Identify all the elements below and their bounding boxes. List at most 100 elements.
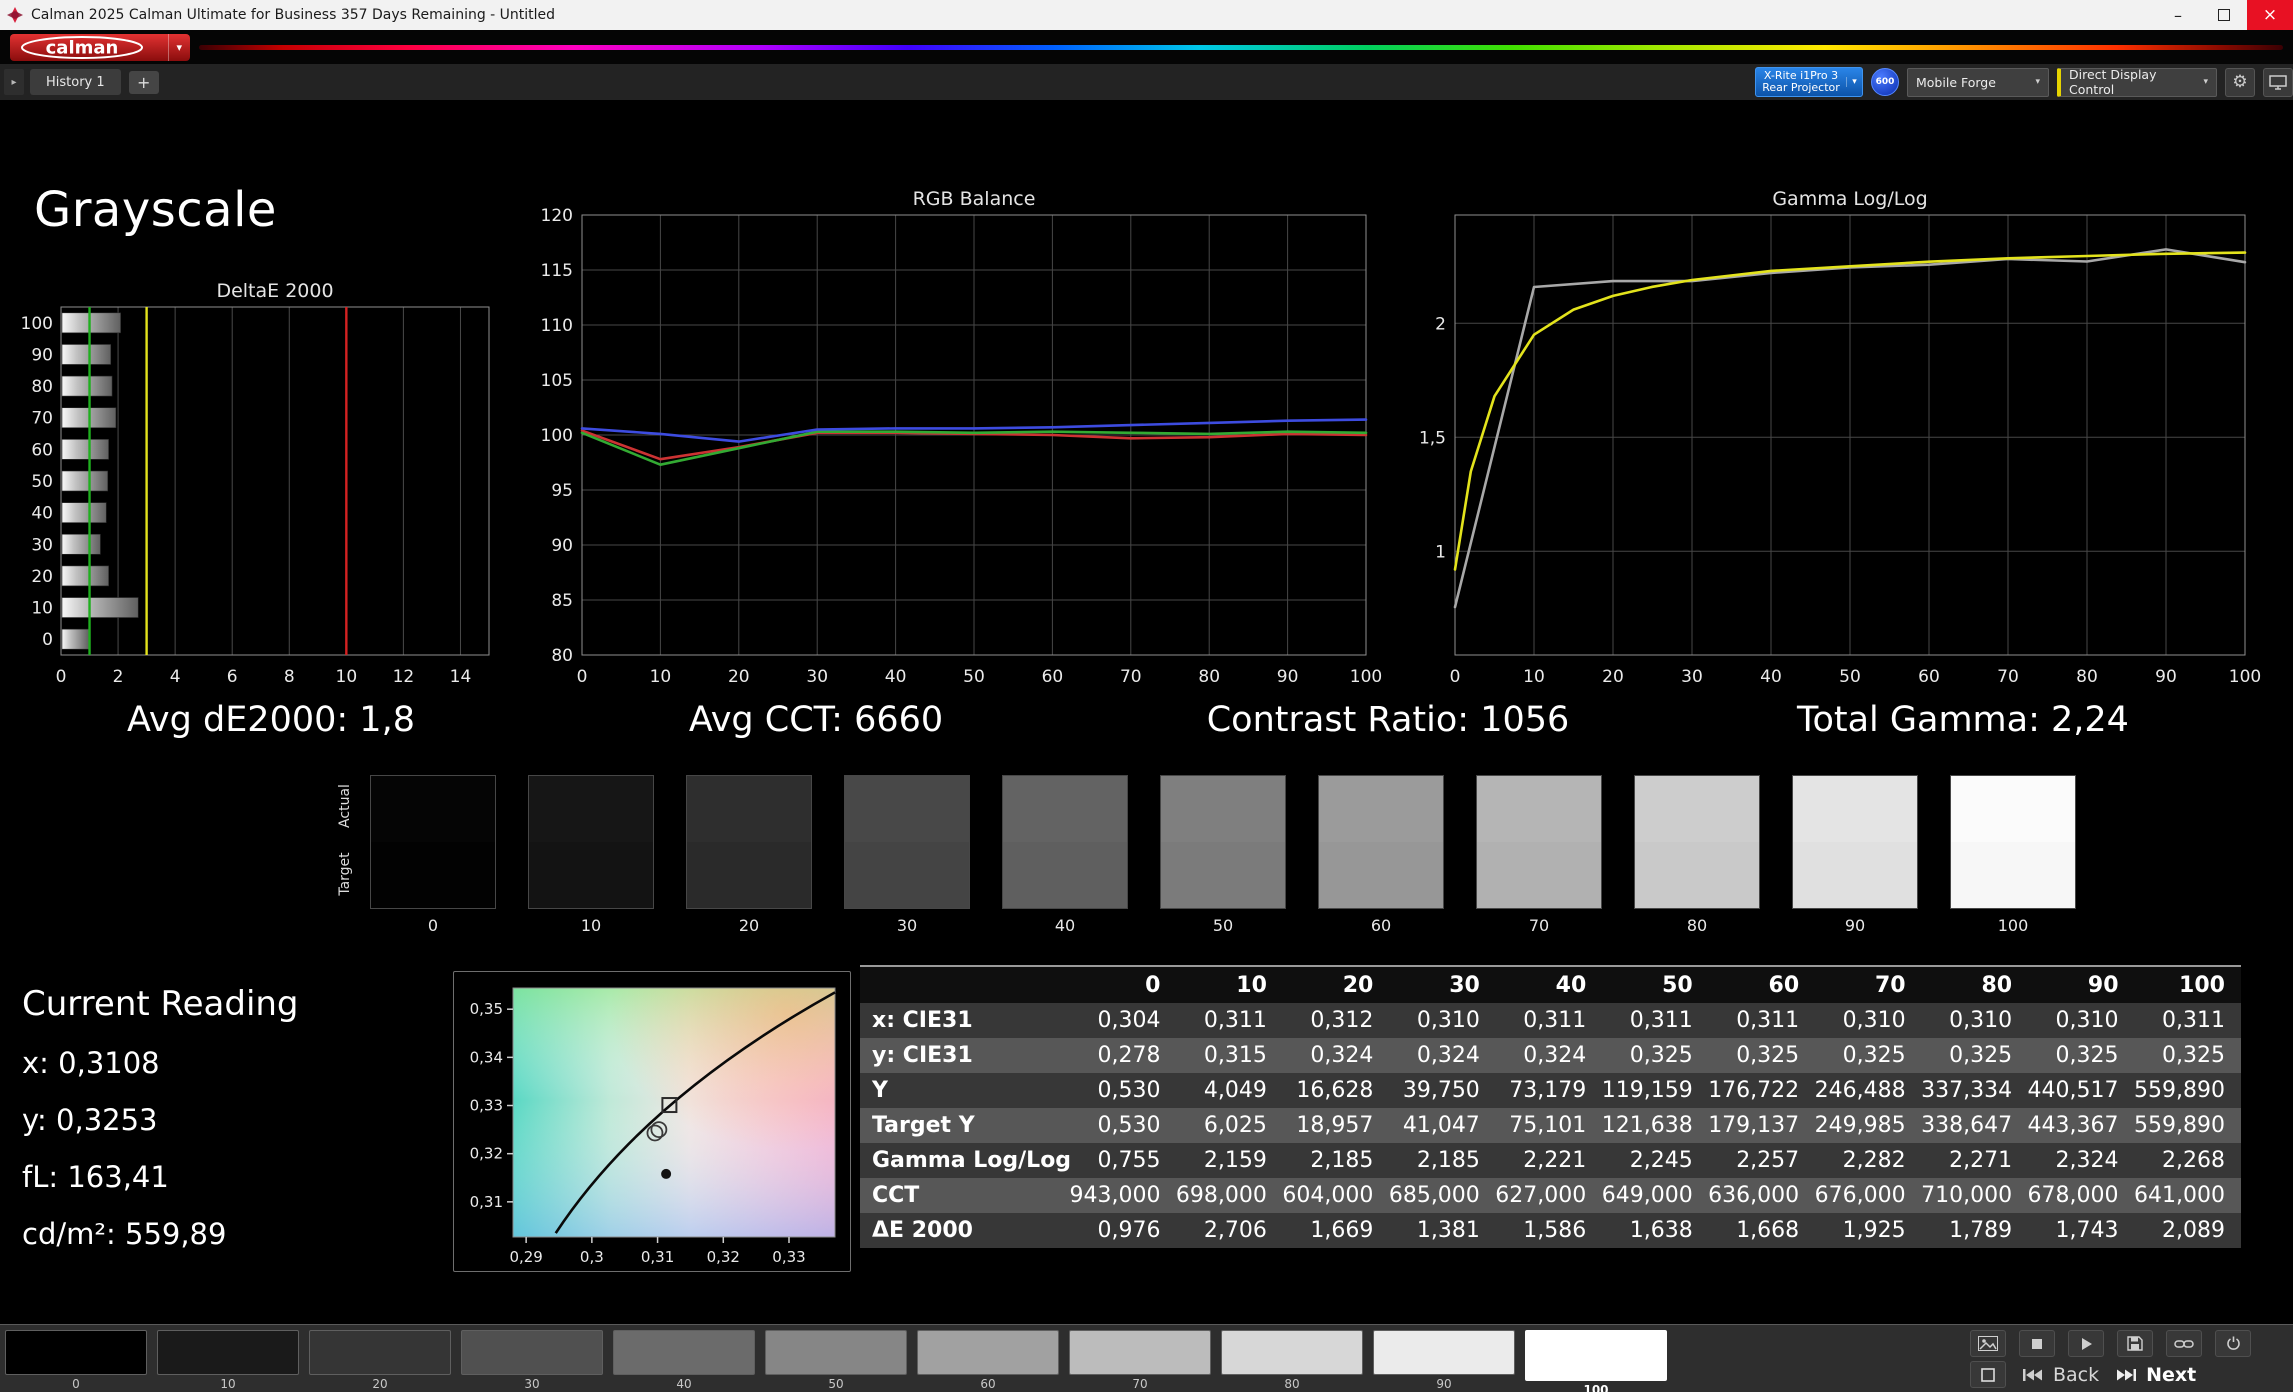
pattern-level-button-30[interactable]: 30 bbox=[461, 1330, 603, 1392]
meter-select-button[interactable]: X-Rite i1Pro 3 Rear Projector ▾ bbox=[1755, 67, 1863, 97]
svg-text:0,31: 0,31 bbox=[470, 1193, 503, 1211]
pattern-swatch[interactable] bbox=[1525, 1330, 1667, 1381]
pattern-swatch[interactable] bbox=[309, 1330, 451, 1375]
svg-text:90: 90 bbox=[1277, 667, 1299, 687]
titlebar: Calman 2025 Calman Ultimate for Business… bbox=[0, 0, 2293, 31]
power-button[interactable] bbox=[2215, 1330, 2251, 1357]
pattern-swatch[interactable] bbox=[613, 1330, 755, 1375]
calman-logo-button[interactable]: calman ▾ bbox=[10, 34, 190, 61]
pattern-swatch[interactable] bbox=[5, 1330, 147, 1375]
table-col-header: 40 bbox=[1496, 967, 1602, 1003]
display-settings-button[interactable] bbox=[2263, 68, 2293, 97]
swatch-box bbox=[1476, 775, 1602, 909]
table-value-cell: 338,647 bbox=[1922, 1108, 2028, 1143]
maximize-button[interactable] bbox=[2201, 0, 2247, 30]
svg-text:80: 80 bbox=[1198, 667, 1220, 687]
chevron-down-icon: ▾ bbox=[2035, 77, 2040, 87]
pattern-level-button-80[interactable]: 80 bbox=[1221, 1330, 1363, 1392]
pattern-level-label: 50 bbox=[765, 1377, 907, 1391]
svg-text:0,32: 0,32 bbox=[470, 1145, 503, 1163]
app-icon bbox=[7, 7, 23, 23]
rgb-balance-line-chart: 0102030405060708090100808590951001051101… bbox=[540, 205, 1400, 695]
svg-text:90: 90 bbox=[2155, 667, 2177, 687]
pattern-level-button-70[interactable]: 70 bbox=[1069, 1330, 1211, 1392]
pattern-level-button-20[interactable]: 20 bbox=[309, 1330, 451, 1392]
table-value-cell: 0,310 bbox=[1389, 1003, 1495, 1038]
svg-text:60: 60 bbox=[1042, 667, 1064, 687]
table-value-cell: 2,268 bbox=[2135, 1143, 2241, 1178]
stop-button[interactable] bbox=[2019, 1330, 2055, 1357]
table-value-cell: 6627,000 bbox=[1496, 1178, 1602, 1213]
row-label: x: CIE31 bbox=[860, 1003, 1070, 1038]
table-value-cell: 0,278 bbox=[1070, 1038, 1176, 1073]
pattern-level-button-10[interactable]: 10 bbox=[157, 1330, 299, 1392]
table-value-cell: 41,047 bbox=[1389, 1108, 1495, 1143]
svg-text:70: 70 bbox=[31, 409, 53, 429]
table-value-cell: 6604,000 bbox=[1283, 1178, 1389, 1213]
next-button[interactable]: Next bbox=[2115, 1362, 2196, 1388]
table-value-cell: 0,530 bbox=[1070, 1108, 1176, 1143]
link-button[interactable] bbox=[2166, 1330, 2202, 1357]
play-button[interactable] bbox=[2068, 1330, 2104, 1357]
pattern-swatch[interactable] bbox=[461, 1330, 603, 1375]
chevron-down-icon[interactable]: ▾ bbox=[1846, 77, 1862, 87]
table-header-row: 0102030405060708090100 bbox=[860, 967, 2241, 1003]
table-value-cell: 179,137 bbox=[1709, 1108, 1815, 1143]
table-value-cell: 1,743 bbox=[2028, 1213, 2134, 1248]
display-control-label: Direct Display Control bbox=[2069, 67, 2193, 97]
pattern-swatch[interactable] bbox=[157, 1330, 299, 1375]
table-col-header: 0 bbox=[1070, 967, 1176, 1003]
back-button[interactable]: Back bbox=[2022, 1362, 2099, 1388]
add-tab-button[interactable]: + bbox=[129, 71, 159, 94]
back-label: Back bbox=[2053, 1364, 2099, 1386]
settings-button[interactable]: ⚙ bbox=[2225, 68, 2255, 97]
save-button[interactable] bbox=[2117, 1330, 2153, 1357]
table-value-cell: 559,890 bbox=[2135, 1108, 2241, 1143]
avg-cct-stat: Avg CCT: 6660 bbox=[586, 700, 1046, 740]
table-value-cell: 0,311 bbox=[1496, 1003, 1602, 1038]
minimize-button[interactable]: – bbox=[2155, 0, 2201, 30]
avg-de2000-stat: Avg dE2000: 1,8 bbox=[41, 700, 501, 740]
swatch-level-label: 0 bbox=[370, 916, 496, 935]
swatch-box bbox=[1634, 775, 1760, 909]
table-col-header: 50 bbox=[1602, 967, 1708, 1003]
screenshot-button[interactable] bbox=[1970, 1330, 2006, 1357]
calman-logo-graphic: calman bbox=[18, 34, 150, 61]
svg-text:2: 2 bbox=[113, 667, 124, 687]
pattern-swatch[interactable] bbox=[765, 1330, 907, 1375]
link-icon bbox=[2174, 1338, 2194, 1350]
pattern-level-button-50[interactable]: 50 bbox=[765, 1330, 907, 1392]
tab-history-1[interactable]: History 1 bbox=[30, 69, 121, 95]
pattern-swatch[interactable] bbox=[1069, 1330, 1211, 1375]
pattern-level-button-90[interactable]: 90 bbox=[1373, 1330, 1515, 1392]
pattern-level-button-40[interactable]: 40 bbox=[613, 1330, 755, 1392]
pattern-swatch[interactable] bbox=[917, 1330, 1059, 1375]
table-value-cell: 0,311 bbox=[1602, 1003, 1708, 1038]
pattern-source-dropdown[interactable]: Mobile Forge ▾ bbox=[1907, 68, 2049, 97]
table-value-cell: 75,101 bbox=[1496, 1108, 1602, 1143]
pattern-level-button-60[interactable]: 60 bbox=[917, 1330, 1059, 1392]
pattern-level-button-0[interactable]: 0 bbox=[5, 1330, 147, 1392]
table-value-cell: 2,159 bbox=[1176, 1143, 1282, 1178]
svg-text:0,3: 0,3 bbox=[580, 1248, 604, 1266]
swatch-target bbox=[1003, 842, 1127, 908]
table-row: Y0,5304,04916,62839,75073,179119,159176,… bbox=[860, 1073, 2241, 1108]
pattern-level-button-100[interactable]: 100 bbox=[1525, 1330, 1667, 1392]
table-value-cell: 0,324 bbox=[1389, 1038, 1495, 1073]
table-value-cell: 121,638 bbox=[1602, 1108, 1708, 1143]
swatch-box bbox=[1950, 775, 2076, 909]
square-icon bbox=[1981, 1368, 1995, 1382]
logo-dropdown-icon[interactable]: ▾ bbox=[168, 34, 182, 61]
meter-status-badge[interactable]: 600 bbox=[1871, 68, 1899, 96]
table-value-cell: 119,159 bbox=[1602, 1073, 1708, 1108]
table-row: ΔE 20000,9762,7061,6691,3811,5861,6381,6… bbox=[860, 1213, 2241, 1248]
pattern-swatch[interactable] bbox=[1221, 1330, 1363, 1375]
table-value-cell: 0,325 bbox=[1815, 1038, 1921, 1073]
logo-bar: calman ▾ bbox=[0, 30, 2293, 64]
pattern-window-button[interactable] bbox=[1970, 1361, 2006, 1388]
pattern-swatch[interactable] bbox=[1373, 1330, 1515, 1375]
display-control-dropdown[interactable]: Direct Display Control ▾ bbox=[2057, 68, 2217, 97]
close-button[interactable]: × bbox=[2247, 0, 2293, 30]
svg-text:10: 10 bbox=[650, 667, 672, 687]
history-expander-button[interactable]: ▸ bbox=[4, 69, 24, 95]
